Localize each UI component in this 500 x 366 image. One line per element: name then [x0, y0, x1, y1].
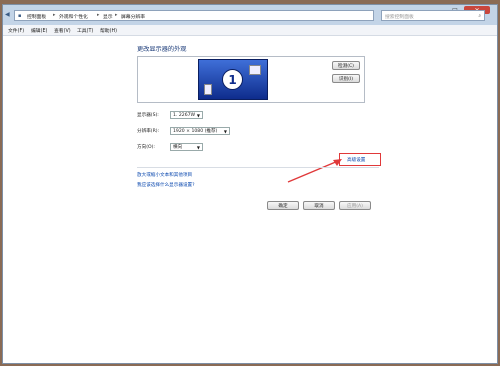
search-input[interactable]: 搜索控制面板 ⌕: [381, 10, 485, 21]
annotation-arrow-icon: [287, 159, 342, 183]
apply-button[interactable]: 应用(A): [339, 201, 371, 210]
menu-view[interactable]: 查看(V): [54, 27, 71, 34]
divider: [137, 167, 379, 168]
resolution-select[interactable]: 1920 × 1080 (推荐) ▼: [170, 127, 230, 135]
cancel-button[interactable]: 取消: [303, 201, 335, 210]
monitor-1[interactable]: 1: [198, 59, 268, 100]
chevron-down-icon: ▼: [196, 145, 200, 150]
address-bar[interactable]: ▪ 控制面板 ▸ 外观和个性化 ▸ 显示 ▸ 屏幕分辨率: [14, 10, 374, 21]
breadcrumb-resolution[interactable]: 屏幕分辨率: [121, 13, 145, 20]
detect-button[interactable]: 检测(C): [332, 61, 360, 70]
monitor-number-badge: 1: [222, 69, 243, 90]
menu-help[interactable]: 帮助(H): [100, 27, 117, 34]
menu-edit[interactable]: 编辑(E): [31, 27, 47, 34]
orientation-value: 横向: [173, 145, 183, 150]
resolution-label: 分辨率(R):: [137, 129, 160, 134]
menu-tools[interactable]: 工具(T): [77, 27, 93, 34]
breadcrumb-separator-icon: ▸: [97, 13, 100, 18]
window-thumb-icon: [204, 84, 212, 95]
window-thumb-icon: [249, 65, 261, 75]
page-title: 更改显示器的外观: [137, 46, 187, 53]
orientation-label: 方向(O):: [137, 145, 155, 150]
display-select[interactable]: 1. 2267W ▼: [170, 111, 203, 119]
folder-icon: ▪: [18, 13, 22, 19]
breadcrumb-display[interactable]: 显示: [103, 13, 113, 20]
breadcrumb-appearance[interactable]: 外观和个性化: [59, 13, 88, 20]
chevron-down-icon: ▼: [223, 129, 227, 134]
breadcrumb-separator-icon: ▸: [53, 13, 56, 18]
identify-button[interactable]: 识别(I): [332, 74, 360, 83]
breadcrumb-separator-icon: ▸: [115, 13, 118, 18]
menu-bar: 文件(F) 编辑(E) 查看(V) 工具(T) 帮助(H): [3, 25, 497, 36]
back-icon[interactable]: ◀: [5, 11, 10, 18]
breadcrumb-control-panel[interactable]: 控制面板: [27, 13, 46, 20]
text-size-link[interactable]: 放大或缩小文本和其他项目: [137, 172, 192, 178]
resolution-value: 1920 × 1080 (推荐): [173, 129, 218, 134]
display-label: 显示器(S):: [137, 113, 159, 118]
search-icon[interactable]: ⌕: [478, 13, 481, 19]
display-help-link[interactable]: 我应该选择什么显示器设置?: [137, 182, 195, 188]
search-placeholder: 搜索控制面板: [385, 15, 414, 20]
orientation-select[interactable]: 横向 ▼: [170, 143, 203, 151]
menu-file[interactable]: 文件(F): [8, 27, 24, 34]
chevron-down-icon: ▼: [196, 113, 200, 118]
display-value: 1. 2267W: [173, 113, 196, 118]
ok-button[interactable]: 确定: [267, 201, 299, 210]
